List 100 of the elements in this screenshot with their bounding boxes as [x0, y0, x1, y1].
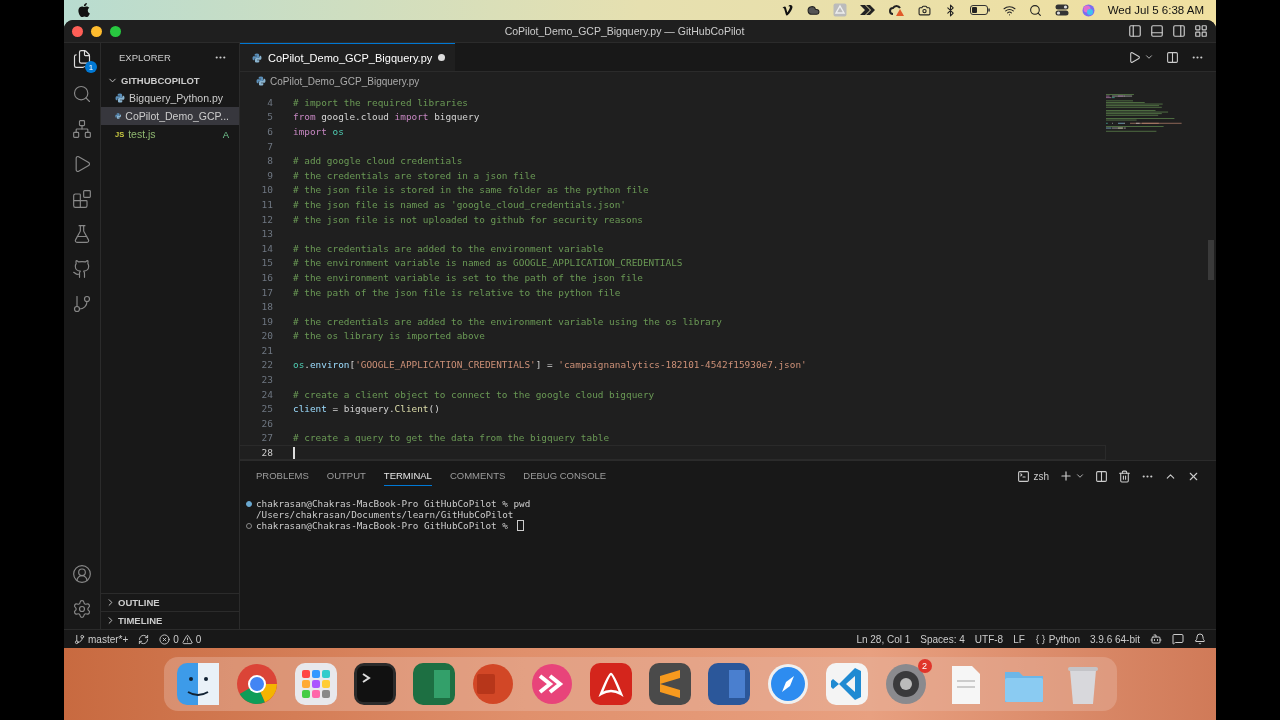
line-number: 21	[260, 344, 273, 356]
code-line: # the os library is imported above	[293, 330, 485, 342]
app-icon[interactable]	[588, 662, 633, 706]
panel-tab[interactable]: OUTPUT	[326, 466, 366, 486]
extensions-icon[interactable]	[72, 189, 92, 209]
line-ending-status[interactable]: LF	[1013, 633, 1025, 645]
copilot-icon[interactable]	[1150, 633, 1162, 645]
caret-icon[interactable]	[1144, 52, 1154, 62]
branch-status[interactable]: master*+	[88, 633, 129, 645]
terminal-name[interactable]: zsh	[1033, 470, 1049, 482]
trash-icon[interactable]	[1118, 469, 1131, 483]
line-number: 14	[260, 242, 273, 254]
warning-icon[interactable]	[181, 633, 193, 645]
braces-icon[interactable]	[1034, 633, 1046, 645]
line-number: 7	[266, 140, 273, 152]
close-window-button[interactable]	[72, 25, 83, 37]
source-control-icon[interactable]	[72, 119, 92, 139]
panel-tab[interactable]: PROBLEMS	[256, 466, 309, 486]
orb-icon[interactable]	[1081, 3, 1095, 17]
warning-count[interactable]: 0	[195, 633, 202, 645]
line-number: 22	[260, 359, 273, 371]
terminal-icon[interactable]	[1017, 469, 1031, 483]
line-number: 8	[266, 155, 273, 167]
search-icon[interactable]	[72, 84, 92, 104]
explorer-icon[interactable]	[72, 49, 92, 69]
zoom-window-button[interactable]	[110, 25, 121, 37]
run-icon[interactable]	[1128, 50, 1141, 64]
v-logo-icon[interactable]	[781, 4, 794, 16]
branch-icon[interactable]	[72, 294, 92, 314]
command-status-dot[interactable]	[246, 500, 252, 507]
cloud-warning-icon[interactable]	[888, 3, 905, 17]
line-number: 16	[260, 271, 273, 283]
flask-icon[interactable]	[72, 224, 92, 244]
search-icon[interactable]	[1028, 3, 1042, 17]
python-file-icon	[252, 52, 262, 63]
menu-bar-clock[interactable]: Wed Jul 5 6:38 AM	[1107, 4, 1204, 16]
line-number: 25	[260, 403, 273, 415]
file-name: CoPilot_Demo_GCP...	[125, 110, 229, 122]
minimize-window-button[interactable]	[91, 25, 102, 37]
app-icon[interactable]	[352, 662, 397, 706]
code-line: # the credentials are stored in a json file	[293, 169, 536, 181]
panel-tab[interactable]: DEBUG CONSOLE	[523, 466, 607, 486]
breadcrumb[interactable]: CoPilot_Demo_GCP_Bigquery.py	[270, 75, 420, 87]
branch-icon[interactable]	[74, 633, 85, 645]
account-icon[interactable]	[72, 564, 92, 584]
file-item[interactable]: CoPilot_Demo_GCP...	[101, 107, 239, 125]
code-line: # the path of the json file is relative to the python file	[293, 286, 621, 298]
toggle-panel-icon[interactable]	[1150, 24, 1164, 38]
code-line: # create a client object to connect to the google cloud bigquery	[293, 388, 655, 400]
code-line: import os	[293, 126, 344, 137]
file-name: test.js	[128, 128, 157, 140]
line-number: 19	[260, 315, 273, 327]
split-editor-icon[interactable]	[1166, 50, 1179, 64]
camera-icon[interactable]	[917, 3, 931, 17]
wifi-icon[interactable]	[1002, 3, 1016, 17]
file-name: Bigquery_Python.py	[129, 92, 224, 104]
chevrons-icon[interactable]	[859, 5, 876, 15]
line-number: 12	[260, 213, 273, 225]
section-header[interactable]: OUTLINE	[118, 597, 160, 608]
python-file-icon	[256, 76, 266, 86]
feedback-icon[interactable]	[1172, 633, 1184, 645]
app-icon[interactable]	[883, 662, 928, 706]
cursor-position[interactable]: Ln 28, Col 1	[856, 633, 911, 645]
python-file-icon	[115, 111, 122, 121]
code-line: # the credentials are added to the environment variable using the os library	[293, 315, 722, 327]
cloud-icon[interactable]	[806, 3, 820, 17]
panel-tab[interactable]: TERMINAL	[383, 466, 432, 486]
notifications-icon[interactable]	[1194, 633, 1206, 645]
line-number: 6	[266, 126, 273, 137]
github-icon[interactable]	[72, 259, 92, 279]
scrollbar-thumb[interactable]	[1208, 240, 1214, 280]
unsaved-dot[interactable]	[438, 54, 446, 61]
indentation-status[interactable]: Spaces: 4	[920, 633, 965, 645]
section-header[interactable]: TIMELINE	[118, 615, 163, 626]
language-status[interactable]: Python	[1048, 633, 1080, 645]
line-number: 17	[260, 286, 273, 298]
caret-icon[interactable]	[1075, 471, 1085, 481]
sync-icon[interactable]	[138, 633, 150, 645]
sidebar-title: EXPLORER	[119, 51, 171, 63]
settings-icon[interactable]	[72, 599, 92, 619]
toggle-secondary-sidebar-icon[interactable]	[1172, 24, 1186, 38]
app-icon[interactable]	[175, 662, 220, 706]
editor-tab[interactable]: CoPilot_Demo_GCP_Bigquery.py	[240, 43, 456, 71]
git-status-label: A	[222, 128, 229, 140]
apple-logo-icon[interactable]	[78, 3, 90, 17]
interpreter-status[interactable]: 3.9.6 64-bit	[1089, 633, 1140, 645]
split-terminal-icon[interactable]	[1095, 469, 1108, 483]
code-line: # the json file is not uploaded to github for security reasons	[293, 213, 643, 225]
code-line: # create a query to get the data from the bigquery table	[293, 432, 610, 444]
folder-header[interactable]: GITHUBCOPILOT	[121, 74, 200, 86]
toggle-sidebar-icon[interactable]	[1128, 24, 1142, 38]
encoding-status[interactable]: UTF-8	[974, 633, 1004, 645]
error-count[interactable]: 0	[173, 633, 179, 645]
new-terminal-icon[interactable]	[1059, 469, 1073, 483]
battery-icon[interactable]	[969, 5, 990, 15]
toggles-icon[interactable]	[1054, 4, 1069, 16]
error-icon[interactable]	[159, 633, 171, 645]
panel-tab[interactable]: COMMENTS	[449, 466, 506, 486]
file-item[interactable]: Bigquery_Python.py	[101, 89, 239, 107]
customize-layout-icon[interactable]	[1194, 24, 1208, 38]
